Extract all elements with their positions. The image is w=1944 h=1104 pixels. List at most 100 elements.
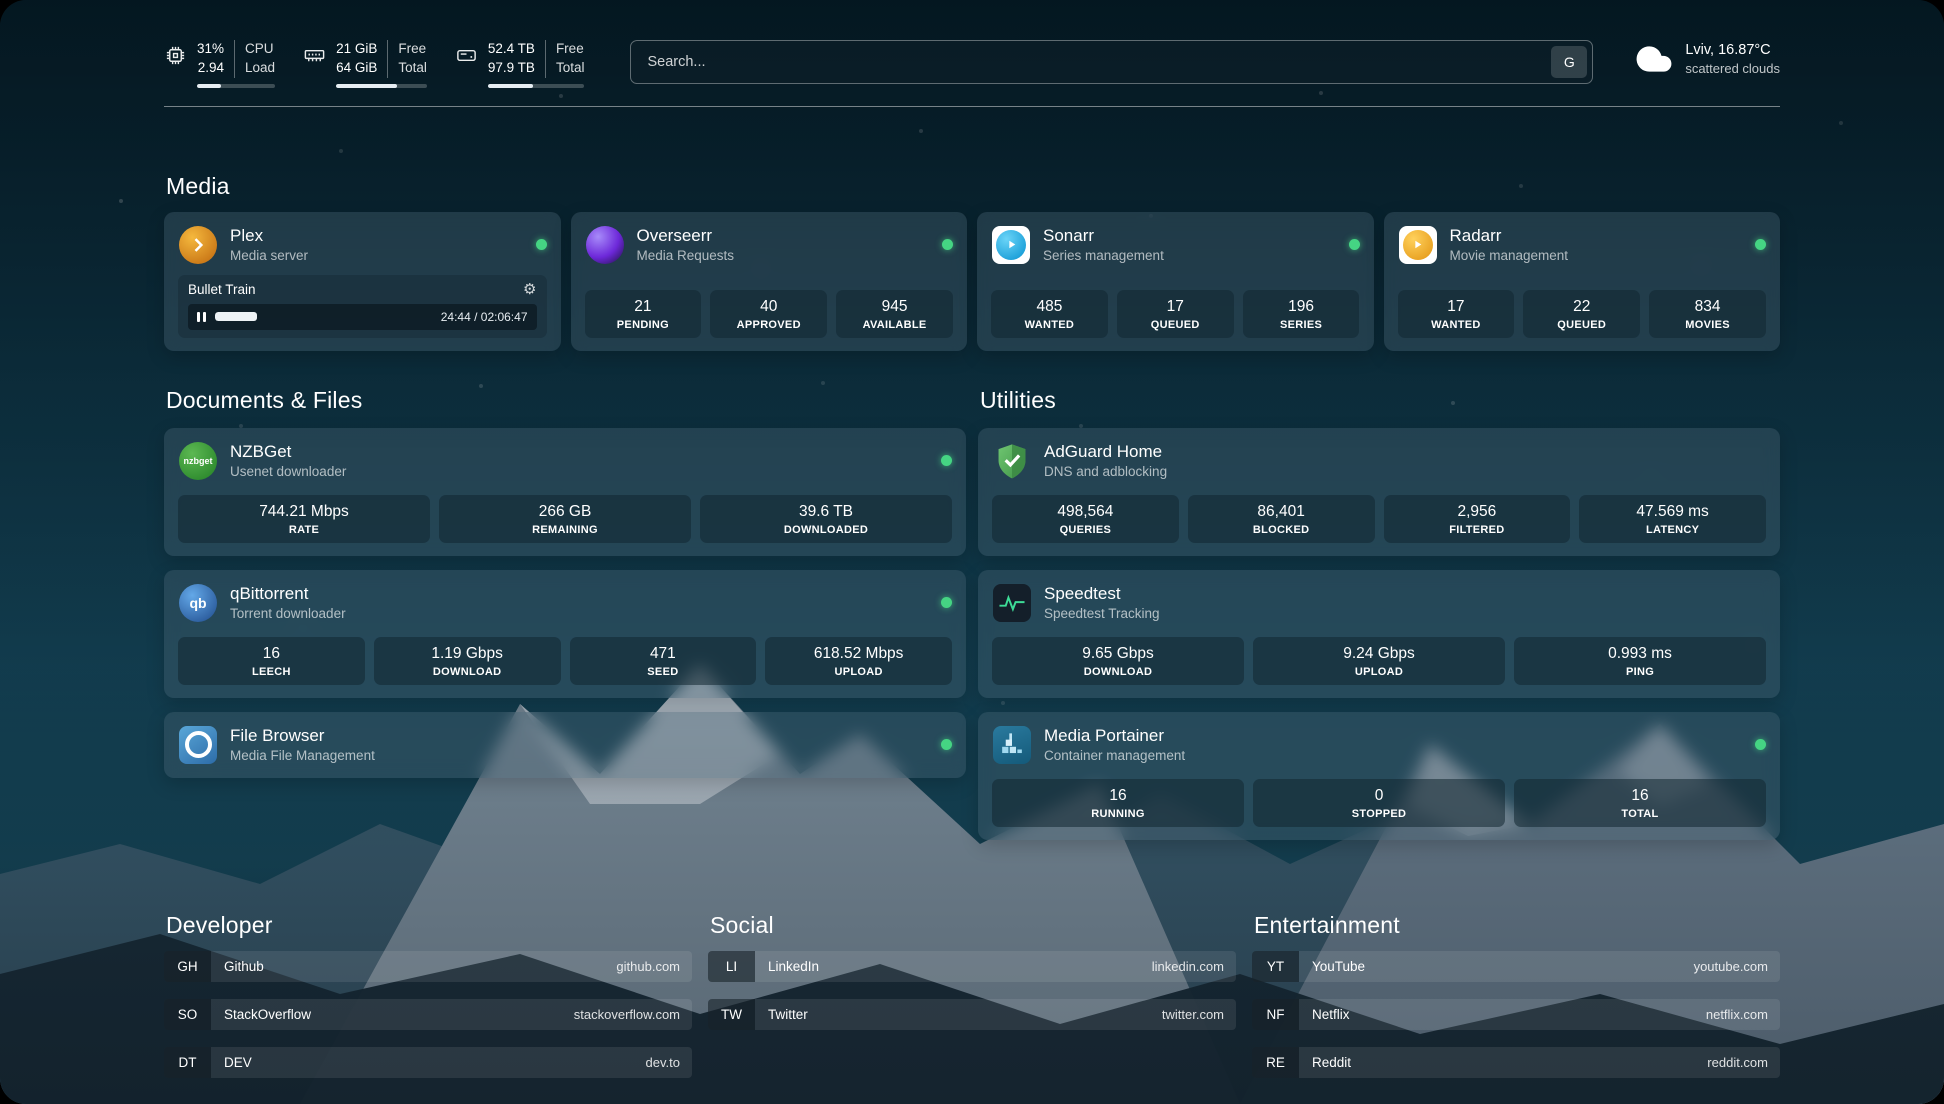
stat-block: 39.6 TB DOWNLOADED [700,495,952,543]
section-title-utilities: Utilities [980,387,1780,414]
status-dot [1755,739,1766,750]
service-name: qBittorrent [230,583,346,605]
plex-icon [178,225,218,265]
disk-icon [455,44,478,67]
bookmark-youtube[interactable]: YT YouTube youtube.com [1252,951,1780,982]
stat-block: 16 RUNNING [992,779,1244,827]
bookmark-netflix[interactable]: NF Netflix netflix.com [1252,999,1780,1030]
stat-block: 618.52 Mbps UPLOAD [765,637,952,685]
weather-widget: Lviv, 16.87°C scattered clouds [1635,40,1780,78]
stat-block: 266 GB REMAINING [439,495,691,543]
bookmark-abbr: TW [708,999,755,1030]
service-card-adguard[interactable]: AdGuard Home DNS and adblocking 498,564 … [978,428,1780,556]
service-name: Speedtest [1044,583,1160,605]
bookmark-name: LinkedIn [768,959,819,974]
radarr-icon [1398,225,1438,265]
status-dot [1349,239,1360,250]
service-name: Plex [230,225,308,247]
bookmark-name: Twitter [768,1007,808,1022]
section-title-documents: Documents & Files [166,387,966,414]
section-title-developer: Developer [166,912,692,939]
cpu-icon [164,44,187,67]
section-title-media: Media [166,173,1780,200]
gear-icon[interactable]: ⚙ [523,282,536,297]
stat-block: 834 MOVIES [1649,290,1766,338]
disk-values: 52.4 TB97.9 TB [488,40,545,78]
cpu-widget: 31%2.94 CPULoad [164,40,275,88]
service-name: AdGuard Home [1044,441,1167,463]
service-description: Movie management [1450,247,1569,265]
bookmark-name: StackOverflow [224,1007,311,1022]
service-description: Usenet downloader [230,463,346,481]
topbar-divider [164,106,1780,107]
bookmark-dev[interactable]: DT DEV dev.to [164,1047,692,1078]
stat-block: 47.569 ms LATENCY [1579,495,1766,543]
service-card-qbittorrent[interactable]: qb qBittorrent Torrent downloader 16 LEE… [164,570,966,698]
disk-usage-bar [488,84,585,88]
dashboard-screen: 31%2.94 CPULoad [0,0,1944,1104]
bookmark-name: Netflix [1312,1007,1350,1022]
service-card-speedtest[interactable]: Speedtest Speedtest Tracking 9.65 Gbps D… [978,570,1780,698]
stat-block: 1.19 Gbps DOWNLOAD [374,637,561,685]
playback-progress-bar[interactable] [215,312,432,321]
bookmark-reddit[interactable]: RE Reddit reddit.com [1252,1047,1780,1078]
stat-block: 16 TOTAL [1514,779,1766,827]
plex-now-playing: Bullet Train ⚙ 24:44 / 02:06:47 [178,275,547,338]
bookmark-stackoverflow[interactable]: SO StackOverflow stackoverflow.com [164,999,692,1030]
documents-column: Documents & Files nzbget NZBGet Usenet d… [164,387,966,778]
service-name: File Browser [230,725,375,747]
sonarr-icon [991,225,1031,265]
now-playing-title: Bullet Train [188,282,256,297]
search-input[interactable] [645,53,1551,71]
service-description: DNS and adblocking [1044,463,1167,481]
service-description: Speedtest Tracking [1044,605,1160,623]
bookmark-url: youtube.com [1694,959,1768,974]
bookmark-twitter[interactable]: TW Twitter twitter.com [708,999,1236,1030]
bookmark-url: github.com [616,959,680,974]
bookmark-abbr: RE [1252,1047,1299,1078]
weather-condition: scattered clouds [1685,60,1780,78]
service-description: Media File Management [230,747,375,765]
adguard-icon [992,441,1032,481]
search-provider-button[interactable]: G [1551,46,1587,78]
bookmark-group-social: Social LI LinkedIn linkedin.com TW Twitt… [708,912,1236,1095]
service-name: Radarr [1450,225,1569,247]
bookmark-url: reddit.com [1707,1055,1768,1070]
stat-block: 16 LEECH [178,637,365,685]
service-card-portainer[interactable]: Media Portainer Container management 16 … [978,712,1780,840]
status-dot [1755,239,1766,250]
bookmark-github[interactable]: GH Github github.com [164,951,692,982]
stat-block: 485 WANTED [991,290,1108,338]
portainer-icon [992,725,1032,765]
utilities-column: Utilities [978,387,1780,840]
stat-block: 945 AVAILABLE [836,290,953,338]
bookmark-name: DEV [224,1055,252,1070]
status-dot [536,239,547,250]
cloud-icon [1635,40,1673,78]
top-bar: 31%2.94 CPULoad [164,40,1780,88]
speedtest-icon [992,583,1032,623]
service-card-plex[interactable]: Plex Media server Bullet Train ⚙ [164,212,561,351]
bookmark-abbr: YT [1252,951,1299,982]
section-title-entertainment: Entertainment [1254,912,1780,939]
stat-block: 17 QUEUED [1117,290,1234,338]
service-description: Series management [1043,247,1164,265]
service-card-filebrowser[interactable]: File Browser Media File Management [164,712,966,778]
service-card-overseerr[interactable]: Overseerr Media Requests 21 PENDING 40 A… [571,212,968,351]
stat-block: 21 PENDING [585,290,702,338]
bookmark-abbr: SO [164,999,211,1030]
weather-location: Lviv, 16.87°C [1685,40,1780,60]
search-box: G [630,40,1593,84]
service-description: Media Requests [637,247,735,265]
bookmark-linkedin[interactable]: LI LinkedIn linkedin.com [708,951,1236,982]
stat-block: 86,401 BLOCKED [1188,495,1375,543]
stat-block: 2,956 FILTERED [1384,495,1571,543]
service-card-radarr[interactable]: Radarr Movie management 17 WANTED 22 QUE… [1384,212,1781,351]
stat-block: 40 APPROVED [710,290,827,338]
service-card-nzbget[interactable]: nzbget NZBGet Usenet downloader 744.21 M… [164,428,966,556]
cpu-values: 31%2.94 [197,40,234,78]
stat-block: 471 SEED [570,637,757,685]
pause-button[interactable] [197,312,206,322]
bookmark-name: YouTube [1312,959,1365,974]
service-card-sonarr[interactable]: Sonarr Series management 485 WANTED 17 Q… [977,212,1374,351]
